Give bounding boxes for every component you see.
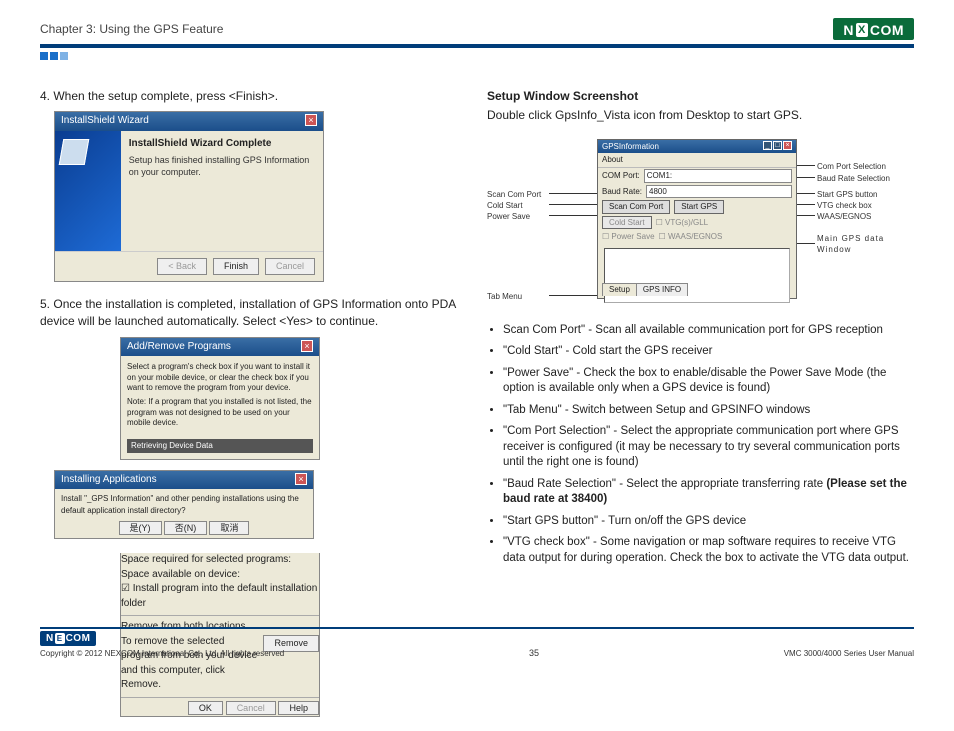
section-intro: Double click GpsInfo_Vista icon from Des… — [487, 107, 914, 124]
chapter-title: Chapter 3: Using the GPS Feature — [40, 22, 223, 36]
step-4: 4. When the setup complete, press <Finis… — [40, 88, 467, 282]
com-port-label: COM Port: — [602, 170, 640, 182]
label-baud: Baud Rate Selection — [817, 173, 890, 185]
list-item: "Cold Start" - Cold start the GPS receiv… — [503, 344, 914, 360]
label-power: Power Save — [487, 211, 530, 223]
close-icon[interactable]: × — [301, 340, 313, 352]
space-available-label: Space available on device: — [121, 568, 319, 583]
waas-checkbox[interactable]: ☐ WAAS/EGNOS — [659, 231, 723, 243]
nexcom-logo: NE COM NXCOM — [833, 18, 914, 40]
window-title: GPSInformation — [602, 141, 659, 153]
wizard-body: Setup has finished installing GPS Inform… — [129, 155, 315, 178]
baud-rate-label: Baud Rate: — [602, 186, 642, 198]
label-cold: Cold Start — [487, 200, 523, 212]
space-required-label: Space required for selected programs: — [121, 553, 319, 568]
step-number: 5. — [40, 297, 50, 311]
window-titlebar: InstallShield Wizard × — [55, 112, 323, 131]
gpsinfo-window: GPSInformation _□× About COM Port: COM1:… — [597, 139, 797, 299]
label-vtg: VTG check box — [817, 200, 872, 212]
power-save-checkbox[interactable]: ☐ Power Save — [602, 231, 655, 243]
window-title: Installing Applications — [61, 473, 157, 488]
list-item: "VTG check box" - Some navigation or map… — [503, 535, 914, 566]
minimize-icon[interactable]: _ — [763, 141, 772, 150]
doc-title: VMC 3000/4000 Series User Manual — [784, 649, 914, 658]
default-folder-checkbox[interactable]: Install program into the default install… — [121, 582, 319, 611]
yes-button[interactable]: 是(Y) — [119, 521, 162, 535]
add-remove-window: Add/Remove Programs × Select a program's… — [120, 337, 320, 460]
page-number: 35 — [529, 648, 539, 658]
list-item: "Power Save" - Check the box to enable/d… — [503, 366, 914, 397]
disc-icon — [59, 139, 90, 165]
vtg-checkbox[interactable]: ☐ VTG(s)/GLL — [656, 217, 709, 229]
status-row: Retrieving Device Data — [127, 439, 313, 453]
window-title: InstallShield Wizard — [61, 114, 149, 129]
dialog-text: Install "_GPS Information" and other pen… — [61, 493, 307, 515]
finish-button[interactable]: Finish — [213, 258, 259, 275]
com-port-select[interactable]: COM1: — [644, 169, 792, 183]
help-button[interactable]: Help — [278, 701, 319, 715]
installing-apps-window: Installing Applications × Install "_GPS … — [54, 470, 314, 539]
tab-gpsinfo[interactable]: GPS INFO — [636, 283, 688, 296]
wizard-side-graphic — [55, 131, 121, 251]
window-title: Add/Remove Programs — [127, 340, 231, 355]
list-item: Scan Com Port" - Scan all available comm… — [503, 323, 914, 339]
list-item: "Start GPS button" - Turn on/off the GPS… — [503, 514, 914, 530]
close-icon[interactable]: × — [305, 114, 317, 126]
dialog-note: Note: If a program that you installed is… — [127, 397, 313, 428]
label-start: Start GPS button — [817, 189, 877, 201]
list-item: "Tab Menu" - Switch between Setup and GP… — [503, 403, 914, 419]
scan-com-port-button[interactable]: Scan Com Port — [602, 200, 670, 214]
nexcom-logo-footer: NECOM — [40, 631, 96, 646]
list-item: "Com Port Selection" - Select the approp… — [503, 424, 914, 471]
window-titlebar: Installing Applications × — [55, 471, 313, 490]
wizard-heading: InstallShield Wizard Complete — [129, 137, 315, 152]
installshield-window: InstallShield Wizard × InstallShield Wiz… — [54, 111, 324, 282]
back-button[interactable]: < Back — [157, 258, 207, 275]
tab-setup[interactable]: Setup — [602, 283, 637, 296]
page-footer: NECOM Copyright © 2012 NEXCOM Internatio… — [40, 627, 914, 658]
header-rule — [40, 44, 914, 48]
cold-start-button[interactable]: Cold Start — [602, 216, 652, 230]
decorative-squares — [40, 52, 914, 60]
baud-rate-select[interactable]: 4800 — [646, 185, 792, 199]
cancel-button[interactable]: Cancel — [226, 701, 276, 715]
page-header: Chapter 3: Using the GPS Feature NE COM … — [40, 18, 914, 40]
feature-bullets: Scan Com Port" - Scan all available comm… — [487, 323, 914, 567]
window-titlebar: GPSInformation _□× — [598, 140, 796, 154]
label-main-window: Main GPS data Window — [817, 233, 907, 256]
cancel-button[interactable]: 取消 — [209, 521, 249, 535]
annotated-screenshot: Scan Com Port Cold Start Power Save Tab … — [487, 133, 914, 313]
window-titlebar: Add/Remove Programs × — [121, 338, 319, 357]
copyright-text: Copyright © 2012 NEXCOM International Co… — [40, 649, 284, 658]
menu-about[interactable]: About — [598, 153, 796, 168]
step-text: Once the installation is completed, inst… — [40, 297, 456, 328]
label-waas: WAAS/EGNOS — [817, 211, 871, 223]
close-icon[interactable]: × — [783, 141, 792, 150]
list-item: "Baud Rate Selection" - Select the appro… — [503, 477, 914, 508]
label-scan: Scan Com Port — [487, 189, 541, 201]
label-com: Com Port Selection — [817, 161, 886, 173]
label-tab: Tab Menu — [487, 291, 522, 303]
close-icon[interactable]: × — [295, 473, 307, 485]
cancel-button[interactable]: Cancel — [265, 258, 315, 275]
no-button[interactable]: 否(N) — [164, 521, 208, 535]
dialog-text: Select a program's check box if you want… — [127, 362, 313, 393]
step-text: When the setup complete, press <Finish>. — [53, 89, 278, 103]
section-heading: Setup Window Screenshot — [487, 88, 914, 105]
maximize-icon[interactable]: □ — [773, 141, 782, 150]
start-gps-button[interactable]: Start GPS — [674, 200, 724, 214]
ok-button[interactable]: OK — [188, 701, 223, 715]
step-number: 4. — [40, 89, 50, 103]
